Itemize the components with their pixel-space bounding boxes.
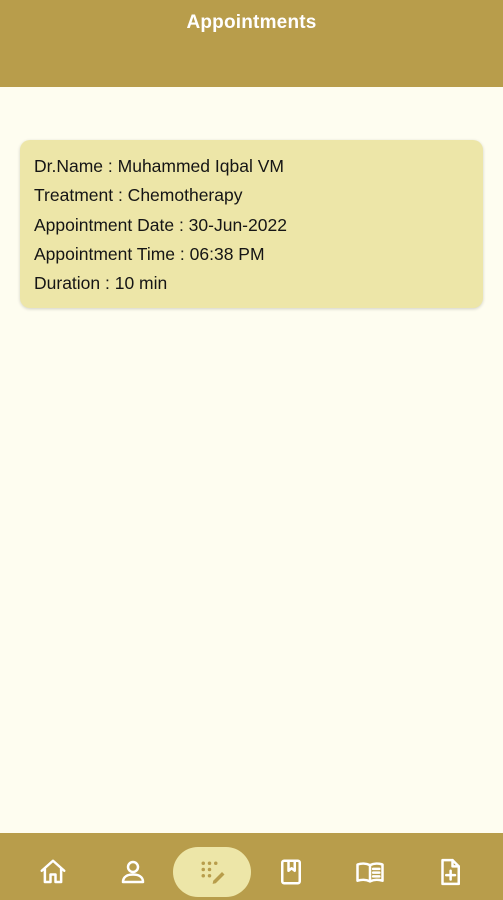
add-document-icon	[441, 858, 460, 886]
bottom-navigation	[0, 833, 503, 900]
duration: Duration : 10 min	[34, 273, 168, 294]
page-title: Appointments	[186, 12, 317, 33]
appointment-date: Appointment Date : 30-Jun-2022	[34, 214, 287, 235]
app-bar: Appointments	[0, 0, 503, 87]
nav-profile[interactable]	[94, 847, 172, 897]
person-icon	[121, 860, 145, 884]
nav-library[interactable]	[331, 847, 409, 897]
appointment-time: Appointment Time : 06:38 PM	[34, 243, 265, 264]
bookmark-book-icon	[281, 859, 301, 885]
home-icon	[40, 859, 66, 884]
nav-bookmarks[interactable]	[252, 847, 330, 897]
treatment: Treatment : Chemotherapy	[34, 185, 243, 206]
appointments-list: Dr.Name : Muhammed Iqbal VM Treatment : …	[0, 87, 503, 833]
appointment-card[interactable]: Dr.Name : Muhammed Iqbal VM Treatment : …	[20, 140, 483, 308]
open-book-icon	[356, 862, 384, 883]
nav-add-document[interactable]	[411, 847, 489, 897]
nav-home[interactable]	[14, 847, 92, 897]
doctor-name: Dr.Name : Muhammed Iqbal VM	[34, 156, 284, 176]
appointments-icon	[201, 861, 225, 884]
nav-appointments[interactable]	[173, 847, 251, 897]
